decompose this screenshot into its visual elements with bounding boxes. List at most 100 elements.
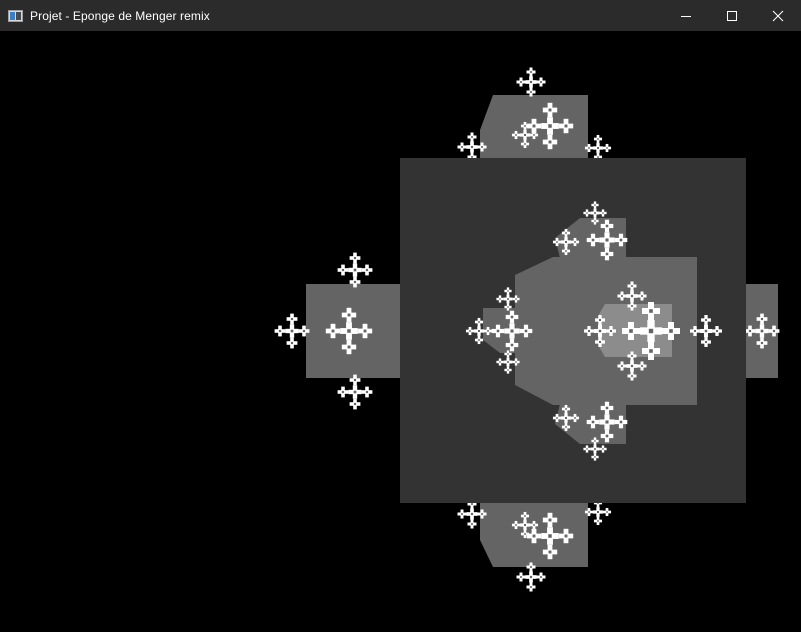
top-block-edge-cluster-core	[471, 136, 473, 138]
upper-inner-top-cluster-core	[594, 220, 596, 222]
inner-core-cluster-core	[669, 329, 673, 333]
left-block-top-cluster-core	[341, 268, 345, 272]
lower-inner-left-cluster-core	[565, 426, 567, 428]
upper-inner-left-cluster-core	[565, 241, 567, 243]
inner-right-cluster-core	[704, 329, 708, 333]
inner-top-cluster-core	[631, 305, 633, 307]
left-block-cluster-core	[347, 345, 351, 349]
upper-inner-top-cluster-core	[602, 212, 604, 214]
left-inner-bottom-cluster-core	[507, 361, 509, 363]
lower-inner-cluster-core	[605, 420, 609, 424]
close-button[interactable]	[755, 0, 801, 31]
top-block-cap-core	[530, 71, 532, 73]
bottom-block-right-cluster-core	[597, 511, 599, 513]
left-block-left-cluster-core	[290, 341, 294, 345]
lower-inner-left-cluster-core	[565, 408, 567, 410]
left-inner-cluster-core	[510, 315, 514, 319]
inner-core-cluster-core	[649, 309, 653, 313]
top-block-right-cluster-core	[597, 138, 599, 140]
inner-core-cluster-core	[648, 328, 654, 334]
left-block-cluster-core	[347, 313, 351, 317]
lower-inner-bottom-cluster-core	[602, 448, 604, 450]
upper-inner-cluster-core	[591, 238, 595, 242]
bottom-block-right-cluster-core	[597, 520, 599, 522]
left-block-cluster-core	[363, 329, 367, 333]
menger-sponge-render	[274, 67, 780, 592]
inner-right-cluster-core	[716, 330, 718, 332]
inner-bottom-cluster-core	[631, 375, 633, 377]
bottom-block-cap-core	[520, 576, 522, 578]
lower-inner-bottom-cluster-core	[594, 440, 596, 442]
upper-inner-top-cluster-core	[586, 212, 588, 214]
upper-inner-left-cluster-core	[556, 241, 558, 243]
left-inner-edge-cluster-core	[469, 330, 471, 332]
bottom-block-cap-core	[530, 586, 532, 588]
window-controls	[663, 0, 801, 31]
lower-inner-bottom-cluster-core	[594, 456, 596, 458]
bottom-block-cluster-core	[532, 534, 536, 538]
left-inner-bottom-cluster-core	[507, 369, 509, 371]
inner-top-cluster-core	[621, 295, 623, 297]
bottom-block-edge-cluster-core	[461, 513, 463, 515]
left-inner-bottom-cluster-core	[499, 361, 501, 363]
bottom-block-left-cluster-core	[515, 524, 517, 526]
inner-top-cluster-core	[641, 295, 643, 297]
left-block-bottom-cluster-core	[353, 390, 357, 394]
right-block-cluster-core	[760, 329, 764, 333]
left-block-bottom-cluster-core	[365, 390, 369, 394]
upper-inner-left-cluster-core	[565, 250, 567, 252]
lower-inner-cluster-core	[591, 420, 595, 424]
left-inner-bottom-cluster-core	[515, 361, 517, 363]
top-block-right-cluster-core	[588, 147, 590, 149]
left-inner-edge-cluster-core	[478, 339, 480, 341]
maximize-button[interactable]	[709, 0, 755, 31]
inner-bottom-cluster-core	[631, 355, 633, 357]
left-inner-bottom-cluster-core	[507, 353, 509, 355]
upper-inner-top-cluster-core	[594, 212, 596, 214]
lower-inner-bottom-cluster-core	[586, 448, 588, 450]
bottom-block-left-cluster-core	[524, 533, 526, 535]
right-block-cluster-core	[748, 329, 752, 333]
lower-inner-left-cluster-core	[556, 417, 558, 419]
bottom-block-cluster-core	[548, 534, 552, 538]
bottom-block-edge-cluster-core	[471, 523, 473, 525]
top-block-edge-cluster-core	[481, 146, 483, 148]
top-block-cap-core	[529, 80, 533, 84]
top-block-left-cluster-core	[533, 134, 535, 136]
inner-bottom-cluster-core	[621, 365, 623, 367]
upper-inner-top-cluster-core	[594, 204, 596, 206]
bottom-block-right-cluster-core	[588, 511, 590, 513]
top-block-cap-core	[530, 91, 532, 93]
left-block-bottom-cluster-core	[353, 378, 357, 382]
upper-inner-cluster-core	[619, 238, 623, 242]
top-block-cluster-core	[548, 108, 552, 112]
lower-inner-left-cluster-core	[565, 417, 567, 419]
lower-inner-cluster-core	[605, 434, 609, 438]
minimize-button[interactable]	[663, 0, 709, 31]
top-block-right-cluster-core	[597, 147, 599, 149]
render-viewport[interactable]	[0, 31, 801, 632]
left-inner-cluster-core	[496, 329, 500, 333]
left-inner-edge-cluster-core	[478, 330, 480, 332]
top-block-right-cluster-core	[597, 156, 599, 158]
left-block-bottom-cluster-core	[353, 402, 357, 406]
inner-bottom-cluster-core	[641, 365, 643, 367]
top-block-cluster-core	[564, 124, 568, 128]
upper-inner-cluster-core	[605, 238, 609, 242]
inner-top-cluster-core	[630, 294, 634, 298]
left-block-cluster-core	[347, 329, 351, 333]
top-block-edge-cluster-core	[461, 146, 463, 148]
left-block-left-cluster-core	[290, 317, 294, 321]
title-bar[interactable]: Projet - Eponge de Menger remix	[0, 0, 801, 31]
inner-left-cluster-core	[599, 341, 601, 343]
top-block-left-cluster-core	[524, 134, 526, 136]
inner-right-cluster-core	[694, 330, 696, 332]
top-block-cluster-core	[548, 140, 552, 144]
inner-core-cluster-core	[649, 349, 653, 353]
left-inner-edge-cluster-core	[487, 330, 489, 332]
upper-inner-left-cluster-core	[565, 232, 567, 234]
left-inner-top-cluster-core	[507, 306, 509, 308]
inner-core-cluster-core	[629, 329, 633, 333]
bottom-block-left-cluster-core	[524, 524, 526, 526]
minimize-icon	[681, 15, 691, 17]
